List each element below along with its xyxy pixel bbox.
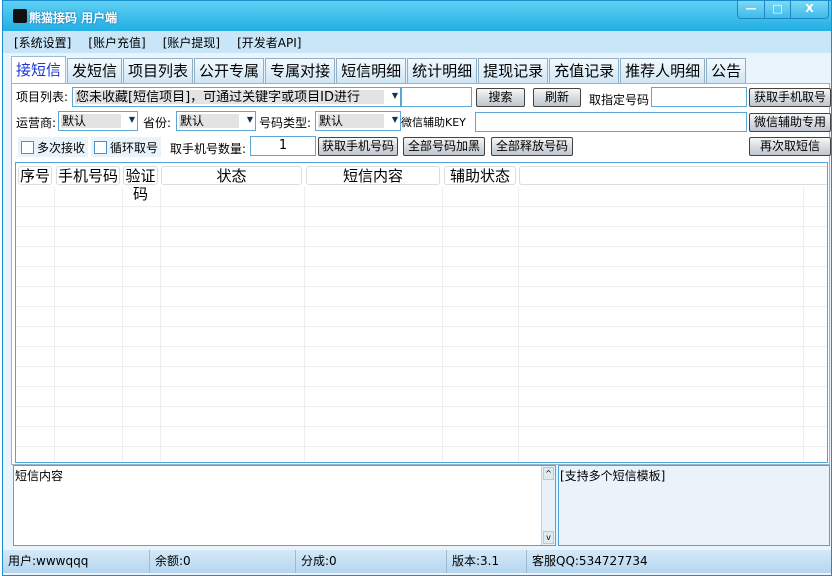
status-support: 客服QQ:534727734: [532, 554, 648, 568]
tab-referrer-details[interactable]: 推荐人明细: [620, 58, 706, 83]
menu-developer-api[interactable]: [开发者API]: [237, 34, 301, 51]
chevron-down-icon[interactable]: v: [543, 531, 554, 544]
tab-bar: 接短信 发短信 项目列表 公开专属 专属对接 短信明细 统计明细 提现记录 充值…: [11, 56, 747, 83]
sms-table: 序号 手机号码 验证码 状态 短信内容 辅助状态: [15, 162, 828, 463]
project-select[interactable]: 您未收藏[短信项目]，可通过关键字或项目ID进行 ▼: [72, 87, 401, 107]
status-balance: 余额:0: [150, 550, 296, 573]
release-all-button[interactable]: 全部释放号码: [491, 137, 573, 156]
maximize-button[interactable]: □: [764, 1, 790, 18]
status-version: 版本:3.1: [447, 550, 527, 573]
carrier-select[interactable]: 默认 ▼: [58, 111, 138, 131]
sms-content-textarea[interactable]: 短信内容 ^ v: [13, 465, 556, 546]
wechat-key-input[interactable]: [475, 112, 747, 132]
wechat-key-label: 微信辅助KEY: [401, 116, 466, 129]
chevron-down-icon: ▼: [246, 115, 253, 124]
tab-receive-sms[interactable]: 接短信: [11, 56, 67, 83]
search-button[interactable]: 搜索: [476, 88, 525, 107]
tab-stats-details[interactable]: 统计明细: [407, 58, 478, 83]
title-bar: 熊猫接码 用户端 — □ X: [3, 1, 831, 31]
template-hint: [支持多个短信模板]: [560, 469, 666, 483]
tab-public-exclusive[interactable]: 公开专属: [194, 58, 265, 83]
app-window: 熊猫接码 用户端 — □ X [系统设置] [账户充值] [账户提现] [开发者…: [2, 0, 832, 576]
tab-announcement[interactable]: 公告: [706, 58, 747, 83]
minimize-button[interactable]: —: [738, 1, 764, 18]
template-hint-panel: [支持多个短信模板]: [558, 465, 830, 546]
close-button[interactable]: X: [790, 1, 828, 18]
status-user: 用户:wwwqqq: [3, 550, 150, 573]
scrollbar[interactable]: ^ v: [541, 466, 555, 545]
loop-get-checkbox[interactable]: 循环取号: [91, 137, 162, 157]
tab-exclusive-docking[interactable]: 专属对接: [265, 58, 336, 83]
chevron-down-icon: ▼: [391, 91, 398, 100]
quantity-label: 取手机号数量:: [170, 142, 247, 156]
chevron-up-icon[interactable]: ^: [543, 467, 554, 480]
number-type-select[interactable]: 默认 ▼: [315, 111, 401, 131]
menu-withdraw[interactable]: [账户提现]: [163, 34, 220, 51]
specific-number-label: 取指定号码: [589, 93, 650, 107]
status-bar: 用户:wwwqqq 余额:0 分成:0 版本:3.1 客服QQ:53472773…: [3, 550, 831, 573]
menu-bar: [系统设置] [账户充值] [账户提现] [开发者API]: [3, 31, 831, 53]
number-type-label: 号码类型:: [259, 116, 312, 130]
carrier-label: 运营商:: [16, 116, 57, 130]
project-label: 项目列表:: [16, 90, 69, 104]
province-select[interactable]: 默认 ▼: [176, 111, 256, 131]
wechat-assist-button[interactable]: 微信辅助专用: [749, 113, 831, 132]
chevron-down-icon: ▼: [128, 115, 135, 124]
status-share: 分成:0: [296, 550, 447, 573]
resend-sms-button[interactable]: 再次取短信: [749, 137, 831, 156]
column-header-assist-status[interactable]: 辅助状态: [444, 166, 516, 185]
tab-project-list[interactable]: 项目列表: [123, 58, 194, 83]
column-header-phone[interactable]: 手机号码: [56, 166, 120, 185]
get-number-button[interactable]: 获取手机号码: [318, 137, 398, 156]
refresh-button[interactable]: 刷新: [533, 88, 581, 107]
menu-recharge[interactable]: [账户充值]: [88, 34, 145, 51]
column-header-status[interactable]: 状态: [161, 166, 302, 185]
search-input[interactable]: [401, 87, 472, 107]
tab-recharge-records[interactable]: 充值记录: [549, 58, 620, 83]
menu-system-settings[interactable]: [系统设置]: [14, 34, 71, 51]
tab-send-sms[interactable]: 发短信: [67, 58, 123, 83]
window-title: 熊猫接码 用户端: [29, 11, 118, 25]
chevron-down-icon: ▼: [391, 115, 398, 124]
specific-number-input[interactable]: [651, 87, 747, 107]
tab-sms-details[interactable]: 短信明细: [336, 58, 407, 83]
receive-sms-panel: 项目列表: 您未收藏[短信项目]，可通过关键字或项目ID进行 ▼ 搜索 刷新 取指…: [11, 83, 831, 465]
quantity-input[interactable]: 1: [250, 136, 316, 156]
column-header-code[interactable]: 验证码: [123, 166, 158, 203]
get-phone-button[interactable]: 获取手机取号: [749, 88, 831, 107]
panda-logo-icon: [13, 9, 27, 23]
column-header-sms-content[interactable]: 短信内容: [306, 166, 440, 185]
province-label: 省份:: [143, 116, 172, 130]
column-header-filler: [519, 166, 827, 185]
column-header-index[interactable]: 序号: [18, 166, 52, 185]
blacklist-all-button[interactable]: 全部号码加黑: [403, 137, 485, 156]
multi-receive-checkbox[interactable]: 多次接收: [18, 137, 89, 157]
tab-withdraw-records[interactable]: 提现记录: [478, 58, 549, 83]
